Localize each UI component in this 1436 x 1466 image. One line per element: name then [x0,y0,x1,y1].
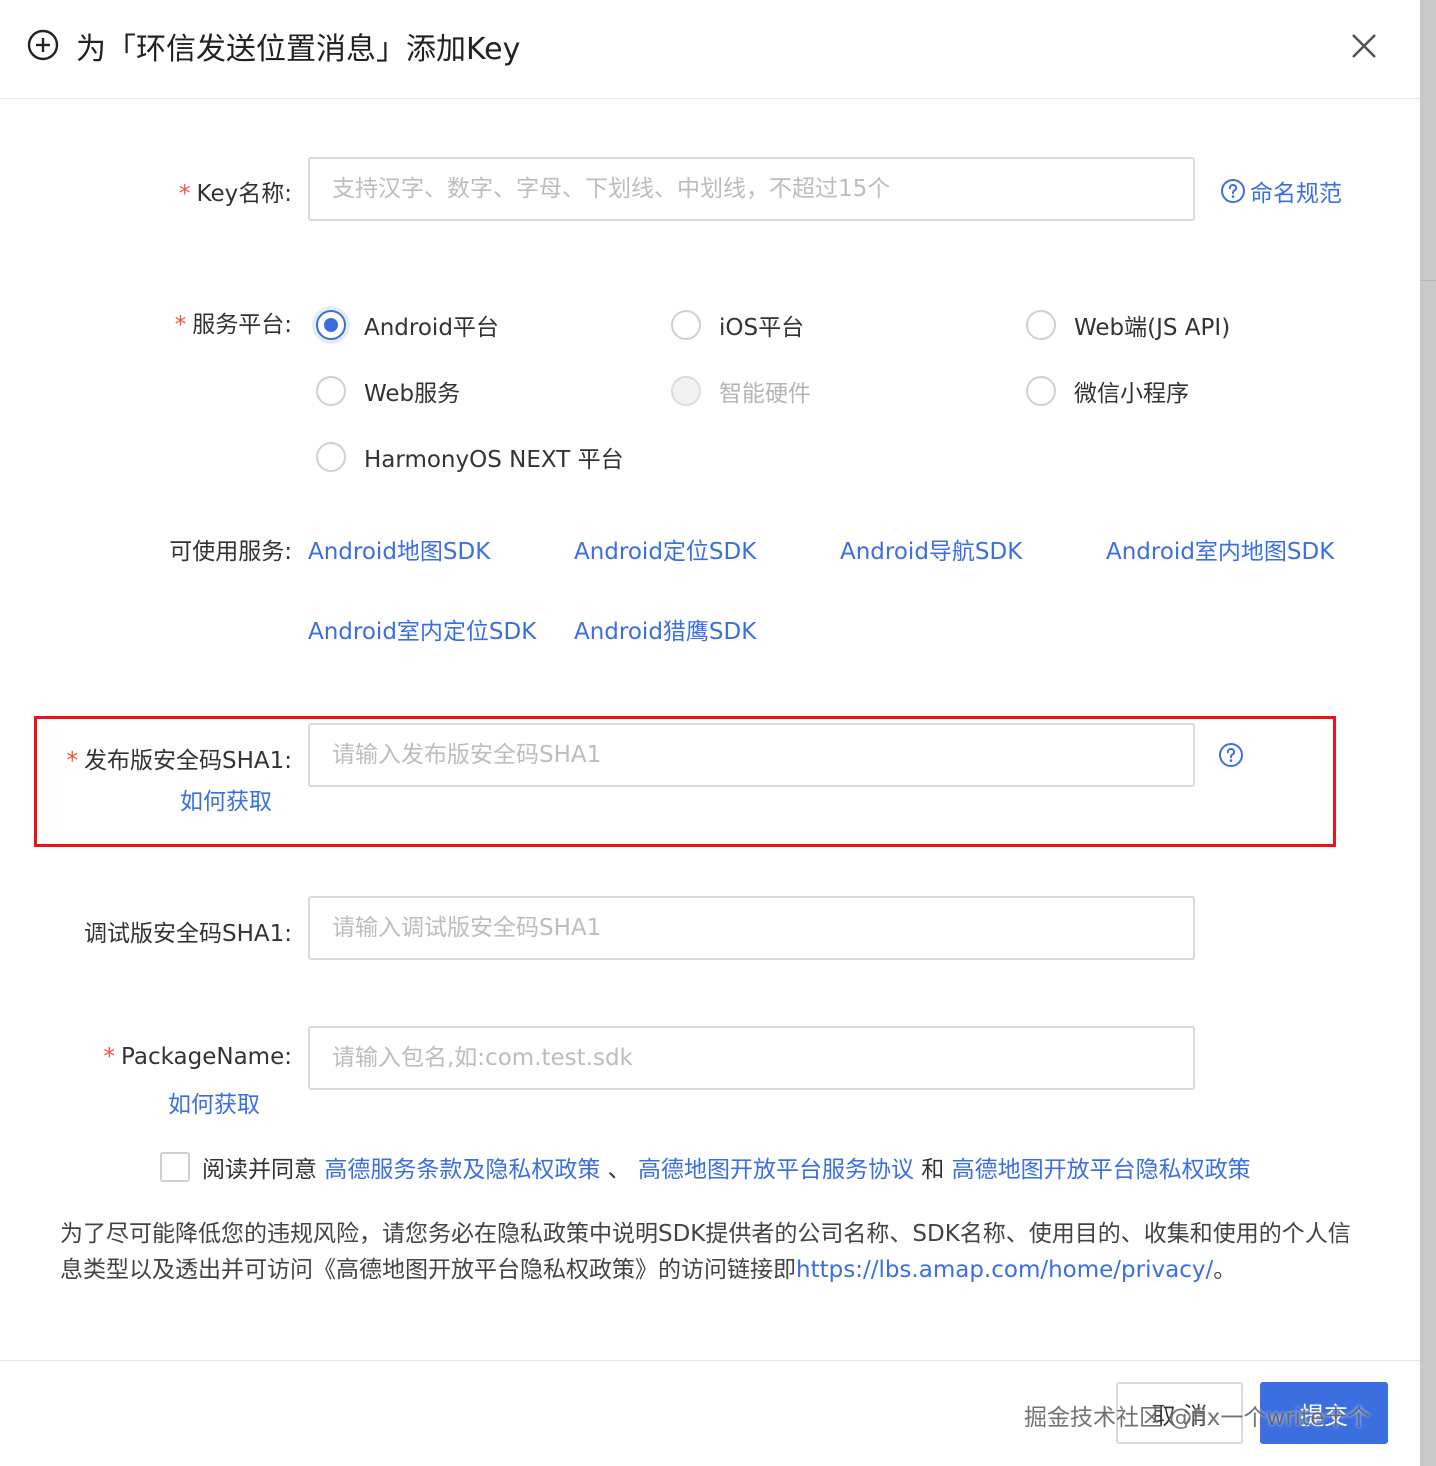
radio-circle [316,376,346,406]
service-link-android-indoor-location-sdk[interactable]: Android室内定位SDK [308,612,536,646]
agreement-and: 和 [921,1157,945,1183]
service-link-android-map-sdk[interactable]: Android地图SDK [308,532,490,566]
radio-circle [316,310,346,340]
required-mark: * [103,1044,116,1070]
release-sha1-how-to-link[interactable]: 如何获取 [180,782,272,816]
radio-ios[interactable]: iOS平台 [671,308,804,342]
radio-circle [1026,376,1056,406]
plus-circle-icon [27,29,59,61]
background-scroll-strip [1420,0,1436,1466]
strip-divider [1420,280,1436,281]
package-name-label: * PackageName: [103,1044,292,1070]
release-sha1-placeholder: 请输入发布版安全码SHA1 [332,742,602,768]
agreement-link-privacy-policy[interactable]: 高德地图开放平台隐私权政策 [952,1150,1251,1184]
key-name-placeholder: 支持汉字、数字、字母、下划线、中划线，不超过15个 [332,176,891,202]
radio-circle [316,442,346,472]
radio-web-service[interactable]: Web服务 [316,374,460,408]
radio-circle [1026,310,1056,340]
privacy-policy-url-link[interactable]: https://lbs.amap.com/home/privacy/ [796,1257,1213,1283]
agreement-row: 阅读并同意 高德服务条款及隐私权政策 、 高德地图开放平台服务协议 和 高德地图… [160,1150,1251,1184]
privacy-notice: 为了尽可能降低您的违规风险，请您务必在隐私政策中说明SDK提供者的公司名称、SD… [60,1216,1360,1288]
close-icon[interactable] [1349,31,1379,61]
radio-web-js-api[interactable]: Web端(JS API) [1026,308,1230,342]
package-name-how-to-link[interactable]: 如何获取 [168,1085,260,1119]
debug-sha1-input[interactable]: 请输入调试版安全码SHA1 [308,896,1195,960]
service-link-android-indoor-map-sdk[interactable]: Android室内地图SDK [1106,532,1334,566]
services-label: 可使用服务: [169,539,292,565]
key-name-input[interactable]: 支持汉字、数字、字母、下划线、中划线，不超过15个 [308,157,1195,221]
radio-smart-hardware: 智能硬件 [671,374,811,408]
watermark: 掘金技术社区 @fix一个write十个 [1024,1405,1371,1431]
agreement-checkbox[interactable] [160,1152,190,1182]
question-circle-icon [1221,179,1245,203]
radio-circle [671,376,701,406]
debug-sha1-placeholder: 请输入调试版安全码SHA1 [332,915,602,941]
radio-harmonyos-next[interactable]: HarmonyOS NEXT 平台 [316,440,624,474]
release-sha1-input[interactable]: 请输入发布版安全码SHA1 [308,723,1195,787]
radio-circle [671,310,701,340]
question-circle-icon[interactable] [1218,742,1244,768]
platform-label: * 服务平台: [174,312,292,338]
service-link-android-location-sdk[interactable]: Android定位SDK [574,532,756,566]
key-name-label: * Key名称: [179,181,292,207]
privacy-notice-suffix: 。 [1213,1257,1237,1283]
agreement-separator: 、 [607,1157,631,1183]
debug-sha1-label: 调试版安全码SHA1: [83,921,292,947]
required-mark: * [179,181,191,207]
release-sha1-label: * 发布版安全码SHA1: [66,748,292,774]
radio-wechat-mini-program[interactable]: 微信小程序 [1026,374,1189,408]
dialog-header: 为「环信发送位置消息」添加Key [0,0,1420,99]
required-mark: * [66,748,78,774]
radio-android[interactable]: Android平台 [316,308,499,342]
agreement-prefix: 阅读并同意 [202,1157,317,1183]
agreement-link-terms-privacy[interactable]: 高德服务条款及隐私权政策 [324,1150,600,1184]
dialog-title: 为「环信发送位置消息」添加Key [76,32,521,67]
agreement-link-service-agreement[interactable]: 高德地图开放平台服务协议 [638,1150,914,1184]
package-name-placeholder: 请输入包名,如:com.test.sdk [332,1045,633,1071]
package-name-input[interactable]: 请输入包名,如:com.test.sdk [308,1026,1195,1090]
service-link-android-falcon-sdk[interactable]: Android猎鹰SDK [574,612,756,646]
required-mark: * [174,312,187,338]
service-link-android-navigation-sdk[interactable]: Android导航SDK [840,532,1022,566]
footer-divider [0,1360,1420,1361]
naming-rules-link[interactable]: 命名规范 [1220,174,1342,208]
